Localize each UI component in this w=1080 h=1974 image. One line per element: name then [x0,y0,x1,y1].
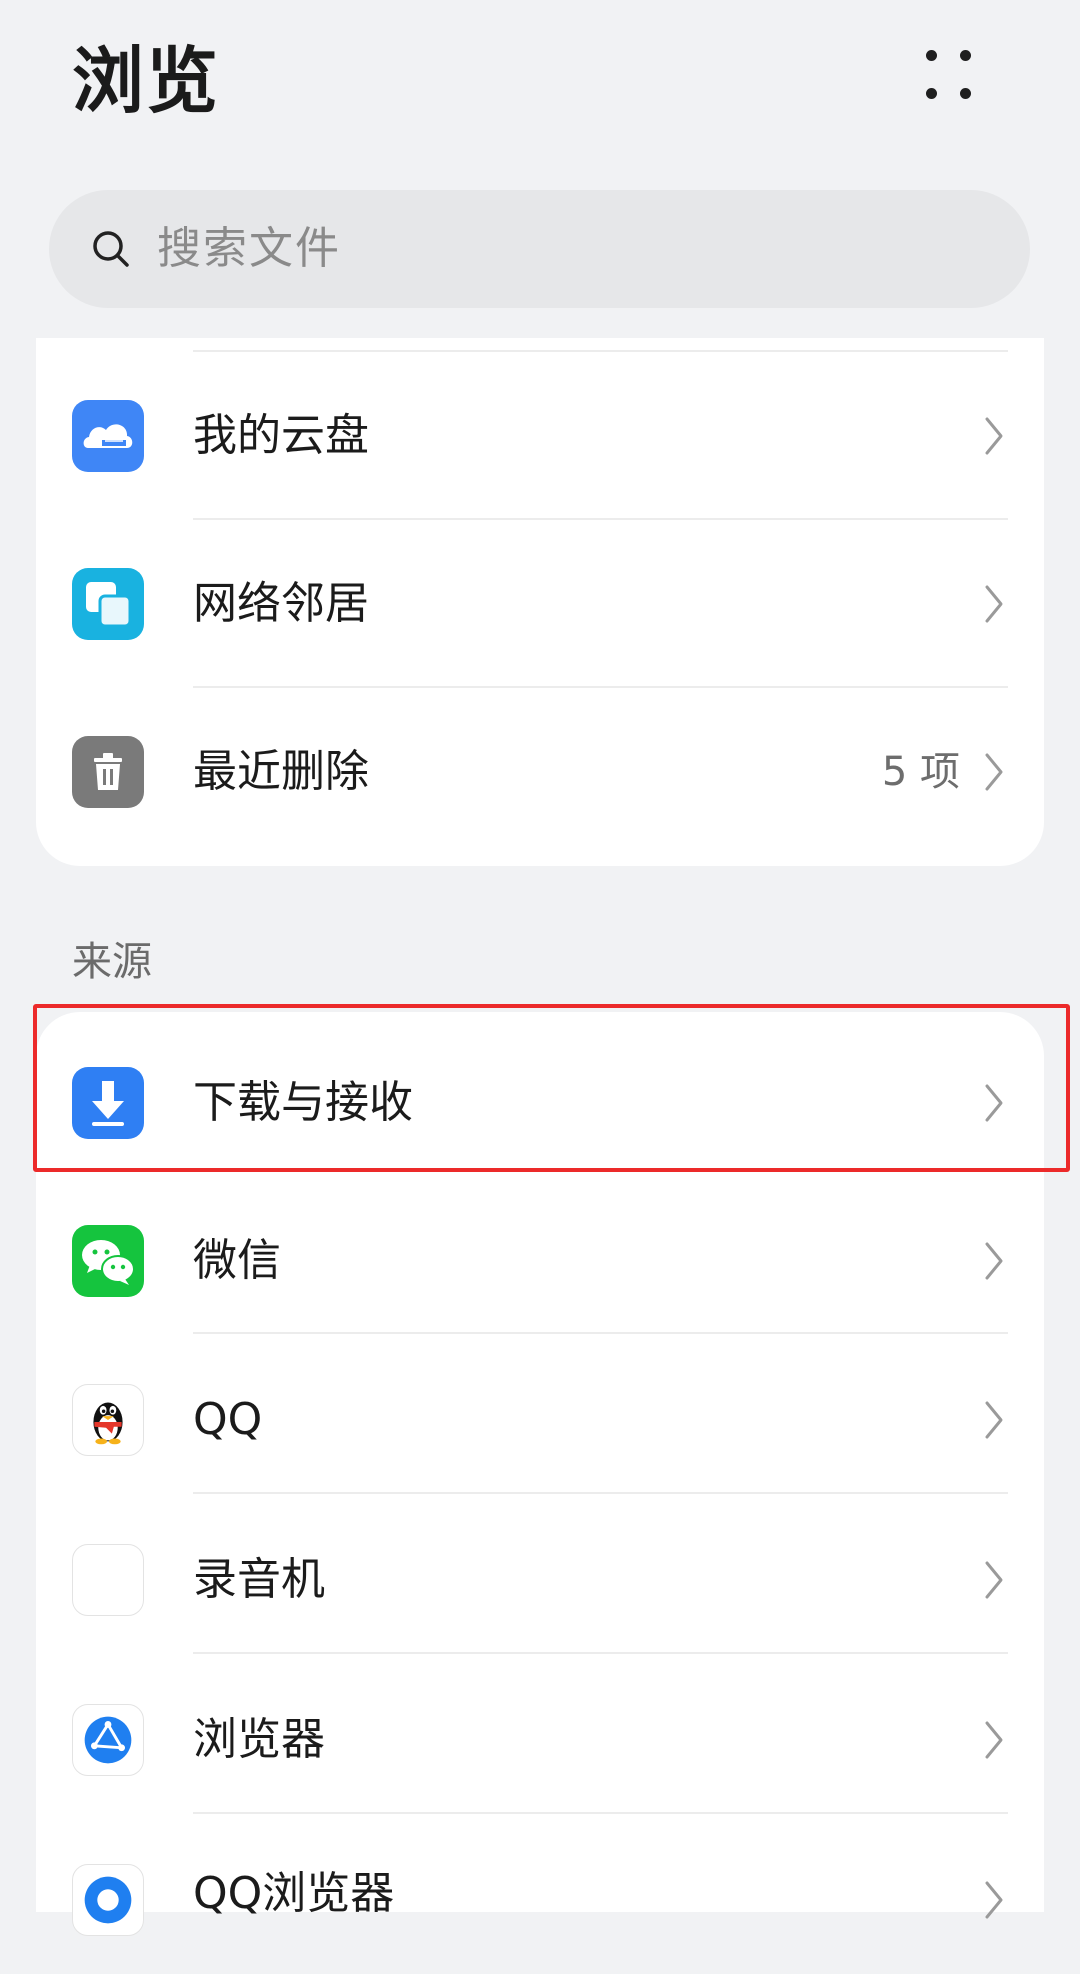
chevron-right-icon [985,753,1003,791]
more-dots-icon [926,50,937,61]
qq-browser-icon [72,1864,144,1936]
list-item-label: QQ [193,1394,263,1445]
list-item-recently-deleted[interactable]: 最近删除 5 项 [36,688,1044,856]
chevron-right-icon [985,585,1003,623]
list-item-label: 微信 [193,1235,281,1286]
list-item-label: 我的云盘 [193,410,369,461]
trash-icon [72,736,144,808]
chevron-right-icon [985,417,1003,455]
search-bar[interactable]: 搜索文件 [49,190,1030,308]
chevron-right-icon [985,1242,1003,1280]
list-item-recorder[interactable]: 录音机 [36,1494,1044,1654]
wechat-icon [72,1225,144,1297]
list-item-label: QQ浏览器 [193,1868,395,1919]
list-item-browser[interactable]: 浏览器 [36,1654,1044,1814]
chevron-right-icon [985,1561,1003,1599]
cloud-drive-icon [72,400,144,472]
qq-icon [72,1384,144,1456]
section-header-sources: 来源 [72,939,152,985]
list-item-qq[interactable]: QQ [36,1334,1044,1494]
list-item-network-neighbor[interactable]: 网络邻居 [36,520,1044,688]
list-item-qq-browser[interactable]: QQ浏览器 [36,1814,1044,1974]
recorder-icon [72,1544,144,1616]
list-item-label: 网络邻居 [193,578,369,629]
list-item-label: 浏览器 [193,1714,325,1765]
chevron-right-icon [985,1881,1003,1919]
chevron-right-icon [985,1401,1003,1439]
list-item-wechat[interactable]: 微信 [36,1174,1044,1334]
search-icon [93,231,129,267]
list-item-label: 录音机 [193,1554,325,1605]
search-input[interactable]: 搜索文件 [157,216,341,282]
list-item-my-cloud-drive[interactable]: 我的云盘 [36,352,1044,520]
item-count-badge: 5 项 [881,749,960,795]
locations-card: 我的云盘 网络邻居 最近删除 5 项 [36,338,1044,866]
more-options-button[interactable] [912,44,984,108]
browser-icon [72,1704,144,1776]
network-neighbor-icon [72,568,144,640]
page-title: 浏览 [72,39,221,123]
list-item-label: 最近删除 [193,746,369,797]
highlight-box [33,1004,1070,1172]
chevron-right-icon [985,1721,1003,1759]
